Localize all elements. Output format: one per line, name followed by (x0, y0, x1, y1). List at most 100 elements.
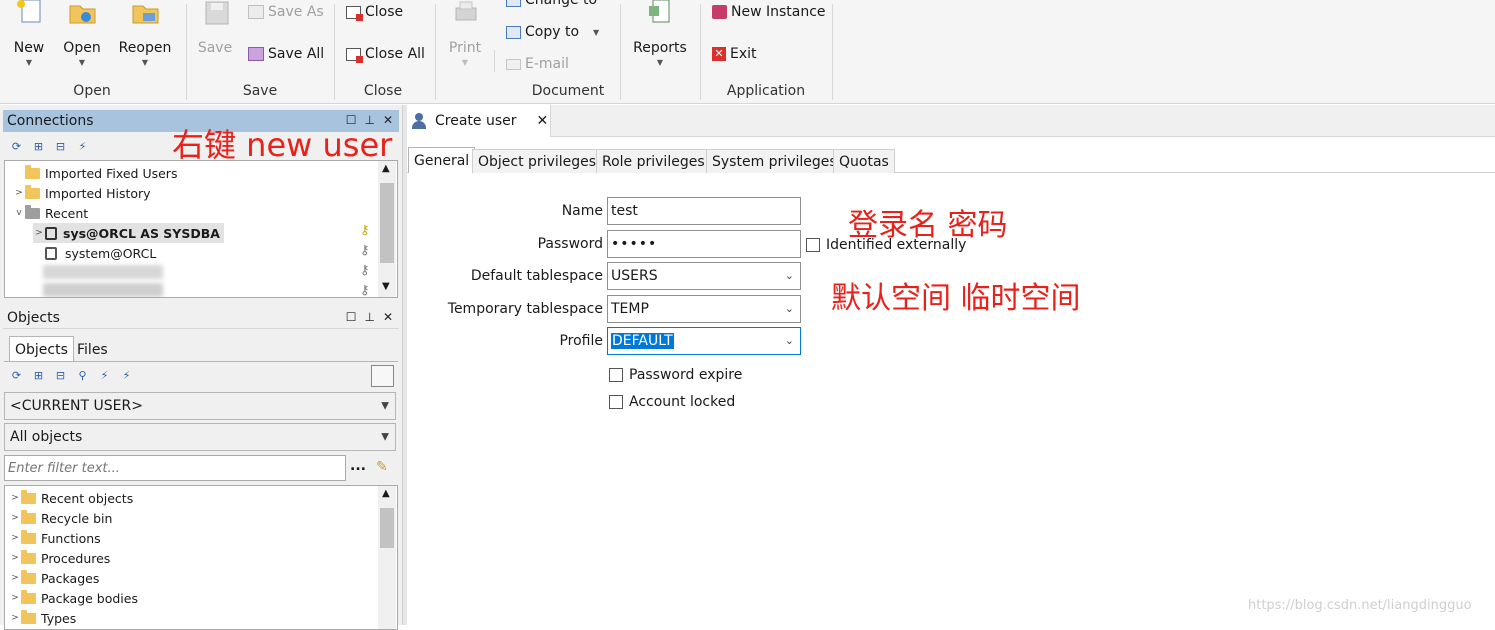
connections-scrollbar[interactable]: ▲ ▼ (378, 161, 396, 297)
tree-item[interactable]: Imported Fixed Users (13, 163, 177, 183)
close-icon[interactable]: ✕ (383, 310, 393, 324)
group-label-close: Close (363, 83, 403, 99)
chevron-down-icon[interactable]: v (13, 208, 25, 218)
chevron-right-icon[interactable]: > (9, 533, 21, 543)
tree-item[interactable]: v Recent (13, 203, 88, 223)
chevron-right-icon[interactable]: > (13, 188, 25, 198)
new-object-icon[interactable]: ✎ (376, 459, 388, 475)
checkbox-box[interactable] (609, 368, 623, 382)
password-expire-checkbox[interactable]: Password expire (609, 367, 742, 383)
scroll-thumb[interactable] (380, 183, 394, 263)
maximize-icon[interactable]: ☐ (346, 310, 357, 324)
reports-button[interactable]: Reports ▼ (630, 0, 690, 67)
folder-icon (21, 549, 36, 564)
chevron-right-icon[interactable]: > (9, 573, 21, 583)
chevron-down-icon: ▼ (656, 58, 664, 67)
tree-item[interactable]: > Package bodies (9, 588, 138, 608)
tab-objects[interactable]: Objects (9, 336, 74, 362)
refresh-icon[interactable]: ⟳ (10, 140, 23, 153)
tree-item[interactable]: > Types (9, 608, 76, 628)
chevron-down-icon: ▼ (141, 58, 149, 67)
email-button[interactable]: E-mail (506, 53, 569, 75)
chevron-right-icon[interactable]: > (9, 613, 21, 623)
filter-options-button[interactable]: ... (350, 458, 366, 474)
reopen-button[interactable]: Reopen ▼ (116, 0, 174, 67)
save-as-button[interactable]: Save As (248, 1, 324, 23)
close-icon[interactable]: ✕ (537, 113, 549, 129)
scroll-thumb[interactable] (380, 508, 394, 548)
connect-icon[interactable]: ⚡ (120, 369, 133, 382)
annotation-login-password: 登录名 密码 (848, 208, 1008, 243)
tree-item[interactable]: system@ORCL (45, 243, 156, 263)
save-button[interactable]: Save (194, 0, 236, 56)
filter-input[interactable] (4, 455, 346, 481)
tree-item[interactable]: > Recycle bin (9, 508, 112, 528)
database-icon (45, 226, 57, 240)
subtab-general[interactable]: General (408, 147, 476, 173)
scroll-up-icon[interactable]: ▲ (382, 488, 390, 499)
checkbox-box[interactable] (609, 395, 623, 409)
tree-item[interactable]: > Recent objects (9, 488, 133, 508)
scroll-down-icon[interactable]: ▼ (382, 281, 390, 292)
new-instance-button[interactable]: New Instance (712, 1, 826, 23)
tab-files[interactable]: Files (72, 338, 113, 362)
user-select[interactable]: <CURRENT USER> ▼ (4, 392, 396, 420)
folder-icon (21, 569, 36, 584)
objects-scrollbar[interactable]: ▲ (378, 486, 396, 629)
chevron-right-icon[interactable]: > (9, 553, 21, 563)
email-icon (506, 58, 521, 70)
find-icon[interactable]: ⚲ (76, 369, 89, 382)
open-button[interactable]: Open ▼ (60, 0, 104, 67)
print-button[interactable]: Print ▼ (444, 0, 486, 67)
exit-button[interactable]: ✕ Exit (712, 43, 757, 65)
collapse-all-icon[interactable]: ⊟ (54, 140, 67, 153)
tab-create-user[interactable]: Create user ✕ (407, 105, 551, 137)
object-type-select[interactable]: All objects ▼ (4, 423, 396, 451)
new-button[interactable]: New ▼ (8, 0, 50, 67)
tree-item[interactable]: > Procedures (9, 548, 110, 568)
folder-icon (21, 509, 36, 524)
name-input[interactable]: test (607, 197, 801, 225)
color-box-button[interactable] (371, 365, 394, 387)
profile-select[interactable]: DEFAULT ⌄ (607, 327, 801, 355)
checkbox-box[interactable] (806, 238, 820, 252)
connect-icon[interactable]: ⚡ (76, 140, 89, 153)
tree-item-selected[interactable]: > sys@ORCL AS SYSDBA (33, 223, 224, 243)
refresh-icon[interactable]: ⟳ (10, 369, 23, 382)
connections-tree: Imported Fixed Users > Imported History … (4, 160, 398, 298)
watermark-text: https://blog.csdn.net/liangdingguo (1248, 598, 1472, 613)
account-locked-checkbox[interactable]: Account locked (609, 394, 735, 410)
chevron-right-icon[interactable]: > (9, 593, 21, 603)
folder-icon (21, 589, 36, 604)
tree-item[interactable]: > Imported History (13, 183, 151, 203)
subtab-role-privileges[interactable]: Role privileges (596, 149, 711, 173)
expand-all-icon[interactable]: ⊞ (32, 369, 45, 382)
ribbon-separator (494, 50, 495, 72)
chevron-right-icon[interactable]: > (9, 513, 21, 523)
temporary-tablespace-select[interactable]: TEMP ⌄ (607, 295, 801, 323)
subtab-object-privileges[interactable]: Object privileges (472, 149, 603, 173)
copy-to-button[interactable]: Copy to ▼ (506, 21, 599, 43)
tree-item[interactable]: > Functions (9, 528, 101, 548)
change-to-button[interactable]: Change to (506, 0, 597, 11)
new-instance-icon (712, 5, 727, 19)
filter-icon[interactable]: ⚡ (98, 369, 111, 382)
expand-all-icon[interactable]: ⊞ (32, 140, 45, 153)
save-all-button[interactable]: Save All (248, 43, 324, 65)
default-tablespace-select[interactable]: USERS ⌄ (607, 262, 801, 290)
subtab-system-privileges[interactable]: System privileges (706, 149, 843, 173)
collapse-all-icon[interactable]: ⊟ (54, 369, 67, 382)
chevron-right-icon[interactable]: > (9, 493, 21, 503)
close-all-button[interactable]: Close All (346, 43, 425, 65)
tree-item[interactable]: > Packages (9, 568, 99, 588)
close-button[interactable]: Close (346, 1, 403, 23)
user-icon (411, 113, 427, 129)
subtab-quotas[interactable]: Quotas (833, 149, 895, 173)
document-tab-strip (407, 105, 1495, 137)
pin-icon[interactable]: ⊥ (364, 310, 374, 324)
ribbon-toolbar: New ▼ Open ▼ Reopen ▼ Open Save Save As … (0, 0, 1495, 104)
chevron-right-icon[interactable]: > (33, 228, 45, 238)
password-input[interactable]: ••••• (607, 230, 801, 258)
ribbon-separator (435, 4, 436, 100)
close-all-icon (346, 47, 363, 63)
